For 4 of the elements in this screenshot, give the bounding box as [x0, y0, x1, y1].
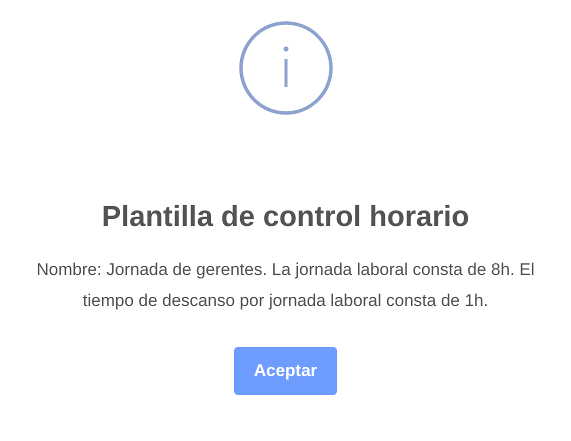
dialog-title: Plantilla de control horario	[102, 200, 470, 235]
dialog-message: Nombre: Jornada de gerentes. La jornada laboral consta de 8h. El tiempo de descanso por jornada laboral consta de 1h.	[36, 259, 536, 312]
confirm-button[interactable]: Aceptar	[234, 347, 338, 395]
info-icon	[238, 21, 332, 115]
